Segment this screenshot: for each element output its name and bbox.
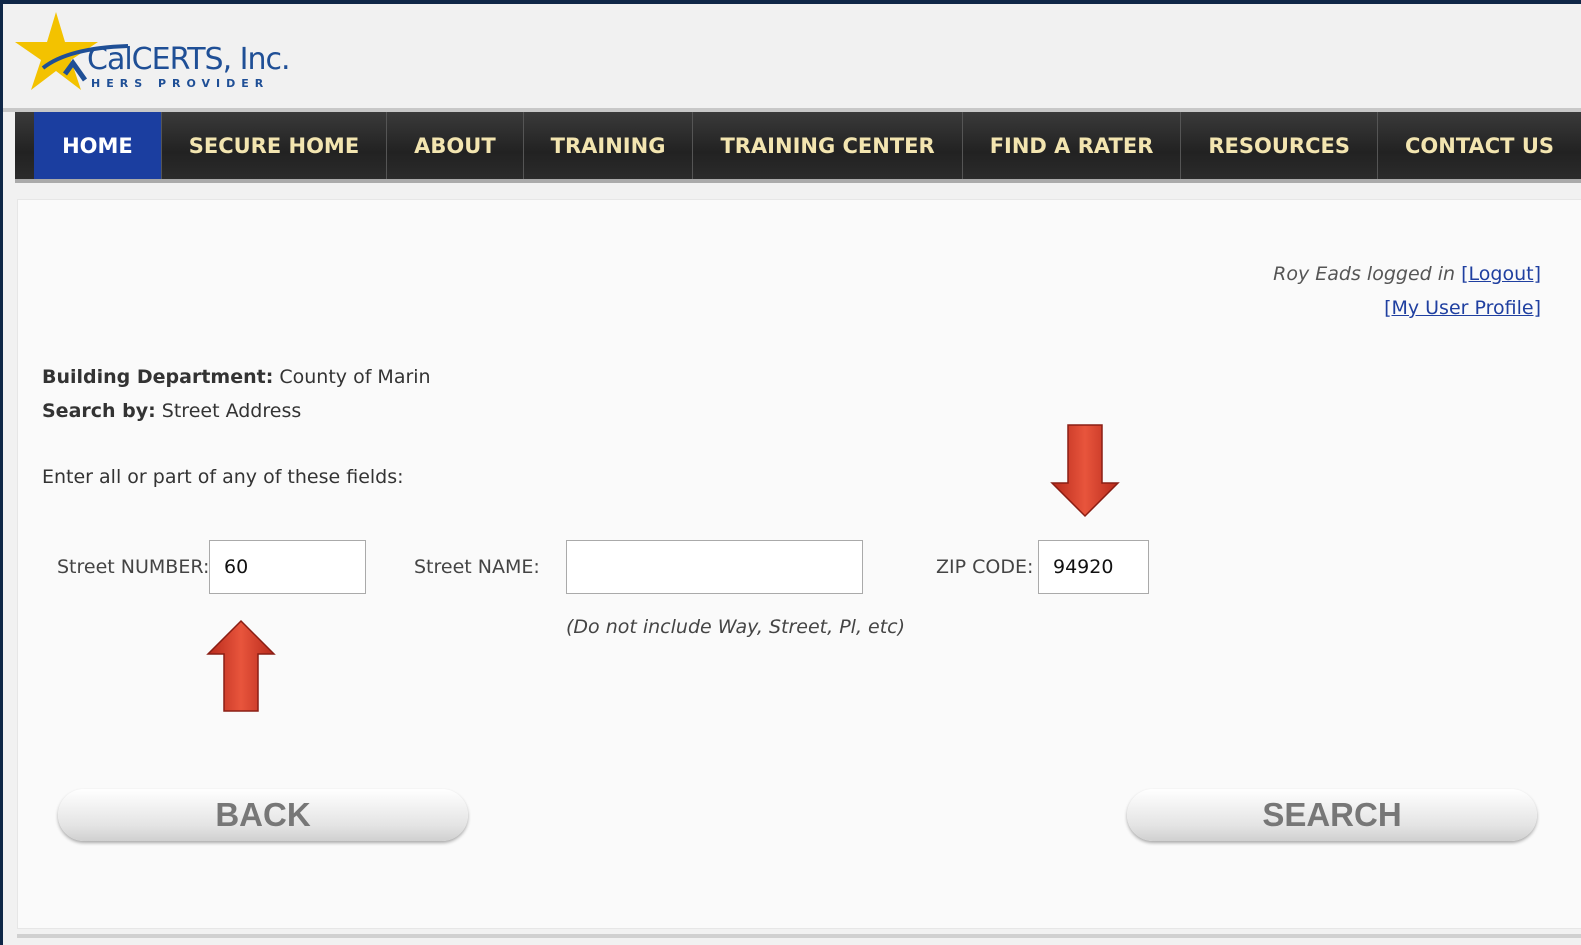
logged-in-text: Roy Eads logged in [1273, 263, 1456, 285]
arrow-down-icon [1050, 424, 1120, 518]
footer-divider [17, 934, 1581, 938]
back-button[interactable]: BACK [58, 789, 468, 841]
main-content: Roy Eads logged in [Logout] [My User Pro… [17, 199, 1581, 929]
instructions-text: Enter all or part of any of these fields… [42, 466, 404, 488]
zip-code-input[interactable] [1038, 540, 1149, 594]
arrow-up-icon [206, 619, 276, 712]
my-user-profile-link[interactable]: [My User Profile] [1384, 297, 1541, 319]
main-nav: HOME SECURE HOME ABOUT TRAINING TRAINING… [15, 112, 1581, 183]
building-department-value: County of Marin [279, 366, 431, 388]
street-number-input[interactable] [209, 540, 366, 594]
profile-line: [My User Profile] [1273, 291, 1541, 325]
brand-tagline: HERS PROVIDER [91, 77, 270, 90]
street-name-input[interactable] [566, 540, 863, 594]
search-by-value: Street Address [161, 400, 302, 422]
brand-name: CalCERTS, Inc. [87, 42, 291, 77]
nav-item-training[interactable]: TRAINING [524, 112, 694, 179]
building-department-label: Building Department: [42, 366, 274, 388]
street-name-label: Street NAME: [414, 556, 540, 578]
calcerts-logo[interactable]: CalCERTS, Inc. HERS PROVIDER [13, 8, 293, 98]
building-department-row: Building Department: County of Marin [42, 360, 431, 394]
nav-item-home[interactable]: HOME [34, 112, 162, 179]
nav-item-find-a-rater[interactable]: FIND A RATER [963, 112, 1182, 179]
street-number-label: Street NUMBER: [57, 556, 210, 578]
page-frame: CalCERTS, Inc. HERS PROVIDER HOME SECURE… [3, 4, 1581, 945]
nav-item-secure-home[interactable]: SECURE HOME [162, 112, 388, 179]
search-context: Building Department: County of Marin Sea… [42, 360, 431, 428]
session-line: Roy Eads logged in [Logout] [1273, 257, 1541, 291]
site-header: CalCERTS, Inc. HERS PROVIDER [3, 4, 1581, 109]
nav-item-resources[interactable]: RESOURCES [1181, 112, 1378, 179]
search-button[interactable]: SEARCH [1127, 789, 1537, 841]
logout-link[interactable]: [Logout] [1461, 263, 1541, 285]
street-name-note: (Do not include Way, Street, Pl, etc) [566, 616, 906, 638]
nav-item-about[interactable]: ABOUT [387, 112, 524, 179]
nav-item-contact-us[interactable]: CONTACT US [1378, 112, 1581, 179]
nav-item-training-center[interactable]: TRAINING CENTER [693, 112, 963, 179]
search-by-label: Search by: [42, 400, 156, 422]
search-by-row: Search by: Street Address [42, 394, 431, 428]
zip-code-label: ZIP CODE: [936, 556, 1034, 578]
session-panel: Roy Eads logged in [Logout] [My User Pro… [1273, 257, 1541, 325]
